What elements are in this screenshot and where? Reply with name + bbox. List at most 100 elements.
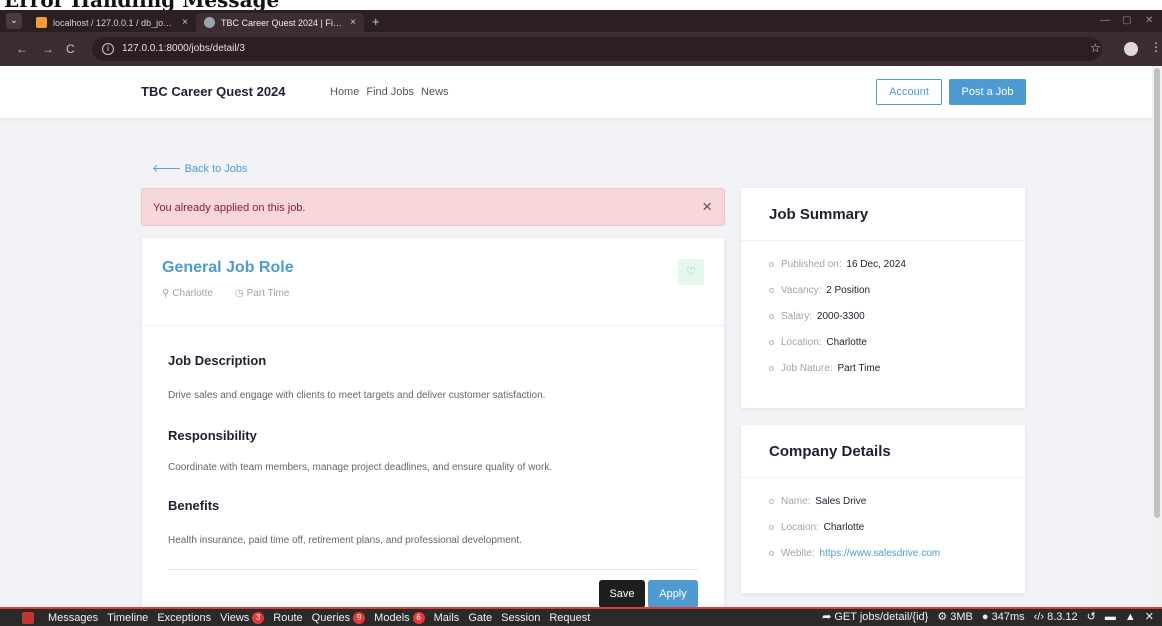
debugbar-tab-label: Mails	[433, 611, 460, 624]
history-icon[interactable]: ↺	[1087, 610, 1096, 623]
debugbar-tab-views[interactable]: Views 3	[220, 611, 265, 624]
site-brand[interactable]: TBC Career Quest 2024	[141, 84, 286, 99]
close-window-icon[interactable]: ✕	[1145, 15, 1153, 26]
save-favorite-heart-icon[interactable]: ♡	[678, 259, 704, 285]
debugbar-tab-session[interactable]: Session	[501, 612, 540, 624]
debugbar-logo-icon[interactable]	[22, 611, 34, 624]
screenshot-caption: Error Handling Message	[0, 0, 1162, 10]
back-arrow-icon[interactable]: ←	[16, 42, 28, 56]
summary-label: Job Nature:	[781, 362, 833, 374]
account-button[interactable]: Account	[876, 79, 942, 105]
company-value: Charlotte	[823, 521, 865, 533]
debugbar-tab-models[interactable]: Models 6	[374, 611, 425, 624]
summary-item-published: Published on: 16 Dec, 2024	[769, 251, 906, 277]
scrollbar-thumb[interactable]	[1154, 68, 1160, 518]
summary-value: 2 Position	[826, 284, 871, 296]
tab-close-icon[interactable]: ×	[350, 17, 356, 28]
nav-find-jobs-link[interactable]: Find Jobs	[366, 86, 414, 98]
share-arrow-icon: ➦	[822, 611, 832, 623]
debugbar-tab-label: Gate	[468, 611, 493, 624]
summary-item-vacancy: Vacancy: 2 Position	[769, 277, 906, 303]
debugbar-tab-exceptions[interactable]: Exceptions	[157, 612, 211, 624]
site-nav: Home Find Jobs News	[330, 86, 449, 98]
debugbar-tab-gate[interactable]: Gate	[468, 612, 492, 624]
debugbar-tab-label: Route	[273, 611, 303, 624]
map-pin-icon: ⚲	[162, 288, 170, 299]
debugbar-tab-request[interactable]: Request	[549, 612, 590, 624]
browser-tab-strip: ⌄ localhost / 127.0.0.1 / db_job_p × TBC…	[0, 10, 1162, 32]
debugbar-tab-route[interactable]: Route	[273, 612, 302, 624]
summary-value: Part Time	[837, 362, 881, 374]
debugbar-memory: ⚙ 3MB	[937, 610, 973, 623]
phpmyadmin-favicon-icon	[36, 17, 47, 28]
job-summary-title: Job Summary	[769, 206, 869, 223]
error-alert: You already applied on this job. ×	[141, 188, 725, 226]
debugbar-tab-label: Session	[501, 611, 541, 624]
company-label: Locaion:	[781, 521, 819, 533]
alert-close-icon[interactable]: ×	[702, 197, 712, 217]
tab-close-icon[interactable]: ×	[182, 17, 188, 28]
debugbar-time: ● 347ms	[982, 611, 1025, 623]
card-bottom-divider	[168, 569, 698, 570]
browser-tab-phpmyadmin[interactable]: localhost / 127.0.0.1 / db_job_p ×	[28, 13, 196, 32]
summary-label: Salary:	[781, 310, 813, 322]
job-nature-text: Part Time	[246, 288, 290, 299]
url-text: 127.0.0.1:8000/jobs/detail/3	[122, 43, 245, 54]
company-label: Webite:	[781, 547, 815, 559]
summary-value: Charlotte	[826, 336, 867, 348]
summary-item-job-nature: Job Nature: Part Time	[769, 355, 906, 381]
folder-icon[interactable]: ▬	[1105, 611, 1116, 623]
site-info-icon[interactable]: i	[102, 43, 114, 55]
summary-label: Vacancy:	[781, 284, 822, 296]
bullet-icon	[769, 498, 774, 504]
debugbar-tab-label: Models	[374, 611, 410, 624]
company-item-location: Locaion: Charlotte	[769, 514, 940, 540]
summary-value: 2000-3300	[816, 310, 865, 322]
summary-divider	[741, 240, 1025, 241]
laravel-debugbar: Messages Timeline Exceptions Views 3 Rout…	[0, 607, 1162, 626]
summary-label: Location:	[781, 336, 822, 348]
arrow-left-icon: 🡐	[152, 163, 182, 175]
company-label: Name:	[781, 495, 811, 507]
alert-message: You already applied on this job.	[153, 202, 306, 214]
debugbar-tab-label: Timeline	[107, 611, 149, 624]
page-scrollbar[interactable]	[1152, 66, 1162, 607]
close-debugbar-icon[interactable]: ✕	[1145, 610, 1154, 623]
minimize-icon[interactable]: —	[1100, 15, 1110, 26]
new-tab-button[interactable]: +	[372, 14, 380, 29]
nav-news-link[interactable]: News	[421, 86, 449, 98]
forward-arrow-icon[interactable]: →	[42, 42, 54, 56]
apply-job-button[interactable]: Apply	[648, 580, 698, 607]
maximize-debugbar-icon[interactable]: ▲	[1125, 611, 1136, 623]
address-bar[interactable]: i 127.0.0.1:8000/jobs/detail/3	[92, 37, 1102, 61]
debugbar-badge: 3	[252, 611, 265, 624]
browser-tab-career-quest[interactable]: TBC Career Quest 2024 | Find Jo ×	[196, 13, 364, 32]
back-to-jobs-link[interactable]: 🡐 Back to Jobs	[152, 161, 248, 175]
responsibility-text: Coordinate with team members, manage pro…	[168, 462, 553, 473]
profile-avatar-icon[interactable]	[1124, 42, 1138, 56]
debugbar-tab-label: Exceptions	[157, 611, 212, 624]
maximize-icon[interactable]: ▢	[1122, 15, 1131, 26]
browser-menu-icon[interactable]: ⋮	[1150, 40, 1162, 54]
reload-icon[interactable]: C	[66, 42, 75, 56]
debugbar-tab-timeline[interactable]: Timeline	[107, 612, 148, 624]
job-description-heading: Job Description	[168, 353, 267, 368]
job-title[interactable]: General Job Role	[162, 259, 294, 277]
debugbar-tab-messages[interactable]: Messages	[48, 612, 98, 624]
debugbar-request[interactable]: ➦ GET jobs/detail/{id}	[822, 610, 928, 623]
bullet-icon	[769, 287, 774, 293]
post-job-button[interactable]: Post a Job	[949, 79, 1026, 105]
bookmark-star-icon[interactable]: ☆	[1090, 41, 1101, 55]
nav-home-link[interactable]: Home	[330, 86, 359, 98]
job-description-text: Drive sales and engage with clients to m…	[168, 390, 546, 401]
debugbar-php-text: 8.3.12	[1047, 610, 1078, 623]
company-item-website: Webite: https://www.salesdrive.com	[769, 540, 940, 566]
tab-search-icon[interactable]: ⌄	[6, 13, 22, 29]
debugbar-tab-queries[interactable]: Queries 9	[312, 611, 366, 624]
company-website-link[interactable]: https://www.salesdrive.com	[820, 548, 941, 559]
job-meta: ⚲ Charlotte ◷ Part Time	[162, 288, 289, 299]
save-job-button[interactable]: Save	[599, 580, 645, 607]
debugbar-tab-mails[interactable]: Mails	[434, 612, 460, 624]
company-item-name: Name: Sales Drive	[769, 488, 940, 514]
summary-label: Published on:	[781, 258, 842, 270]
